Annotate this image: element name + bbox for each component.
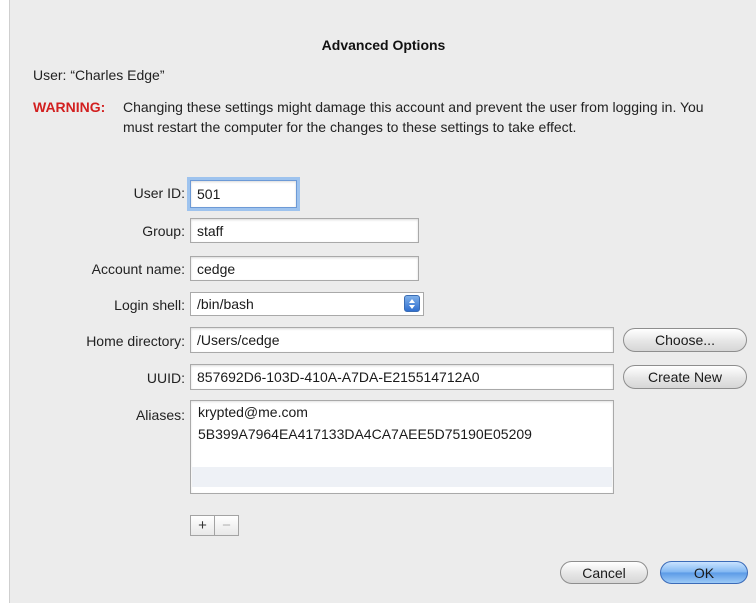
user-id-value: 501 [197, 186, 221, 202]
popup-arrows-icon [404, 295, 420, 312]
account-name-field[interactable]: cedge [190, 256, 419, 281]
choose-button[interactable]: Choose... [623, 328, 747, 352]
group-label: Group: [142, 223, 185, 239]
aliases-list[interactable]: krypted@me.com 5B399A7964EA417133DA4CA7A… [190, 400, 614, 494]
warning-label: WARNING: [33, 99, 106, 115]
uuid-value: 857692D6-103D-410A-A7DA-E215514712A0 [197, 369, 480, 385]
warning-text: Changing these settings might damage thi… [123, 99, 704, 135]
home-directory-field[interactable]: /Users/cedge [190, 327, 614, 353]
user-name-line: User: “Charles Edge” [33, 67, 165, 83]
advanced-options-sheet: Advanced Options User: “Charles Edge” WA… [9, 0, 756, 603]
warning-message: WARNING: Changing these settings might d… [33, 97, 733, 137]
uuid-label: UUID: [146, 370, 185, 386]
ok-button[interactable]: OK [660, 561, 748, 584]
list-item[interactable]: 5B399A7964EA417133DA4CA7AEE5D75190E05209 [191, 423, 613, 445]
login-shell-popup[interactable]: /bin/bash [190, 292, 424, 316]
aliases-empty-row [192, 467, 612, 487]
group-value: staff [197, 222, 224, 239]
create-new-button[interactable]: Create New [623, 365, 747, 389]
user-id-label: User ID: [133, 185, 185, 201]
dialog-title: Advanced Options [321, 37, 446, 53]
group-field[interactable]: staff [190, 218, 419, 243]
aliases-label: Aliases: [135, 407, 185, 423]
remove-alias-button[interactable]: − [214, 515, 239, 536]
add-alias-button[interactable]: + [190, 515, 215, 536]
uuid-field[interactable]: 857692D6-103D-410A-A7DA-E215514712A0 [190, 364, 614, 390]
list-item[interactable]: krypted@me.com [191, 401, 613, 423]
login-shell-value: /bin/bash [197, 296, 254, 312]
account-name-value: cedge [197, 260, 236, 277]
account-name-label: Account name: [91, 261, 185, 277]
home-directory-label: Home directory: [86, 333, 185, 349]
login-shell-label: Login shell: [114, 297, 185, 313]
home-directory-value: /Users/cedge [197, 332, 280, 348]
user-id-field[interactable]: 501 [190, 180, 297, 208]
cancel-button[interactable]: Cancel [560, 561, 648, 584]
